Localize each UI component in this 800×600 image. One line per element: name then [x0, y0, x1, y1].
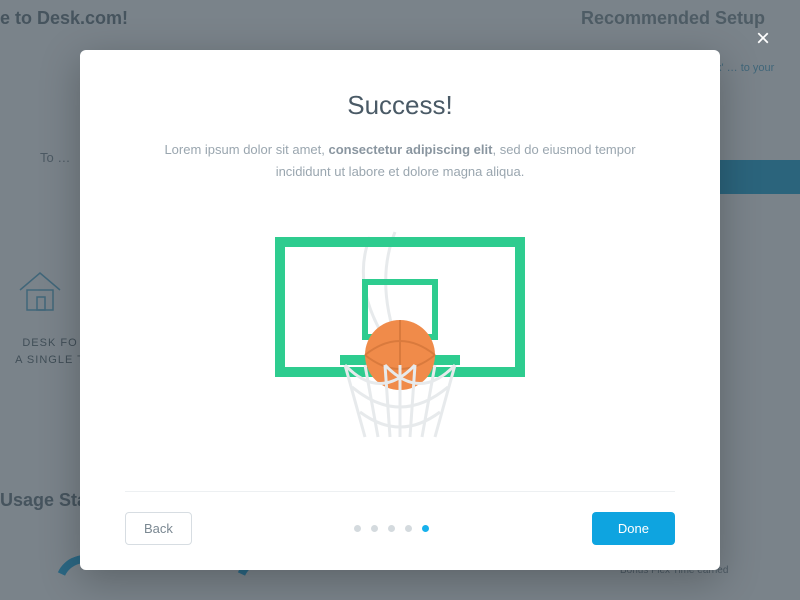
step-dots: [354, 525, 429, 532]
step-dot[interactable]: [405, 525, 412, 532]
close-icon[interactable]: ×: [756, 25, 770, 53]
modal-footer: Back Done: [125, 491, 675, 545]
basketball-hoop-illustration: [125, 193, 675, 491]
modal-description: Lorem ipsum dolor sit amet, consectetur …: [150, 139, 650, 183]
step-dot-active[interactable]: [422, 525, 429, 532]
back-button[interactable]: Back: [125, 512, 192, 545]
step-dot[interactable]: [354, 525, 361, 532]
done-button[interactable]: Done: [592, 512, 675, 545]
modal-title: Success!: [125, 90, 675, 121]
step-dot[interactable]: [371, 525, 378, 532]
success-modal: Success! Lorem ipsum dolor sit amet, con…: [80, 50, 720, 570]
step-dot[interactable]: [388, 525, 395, 532]
